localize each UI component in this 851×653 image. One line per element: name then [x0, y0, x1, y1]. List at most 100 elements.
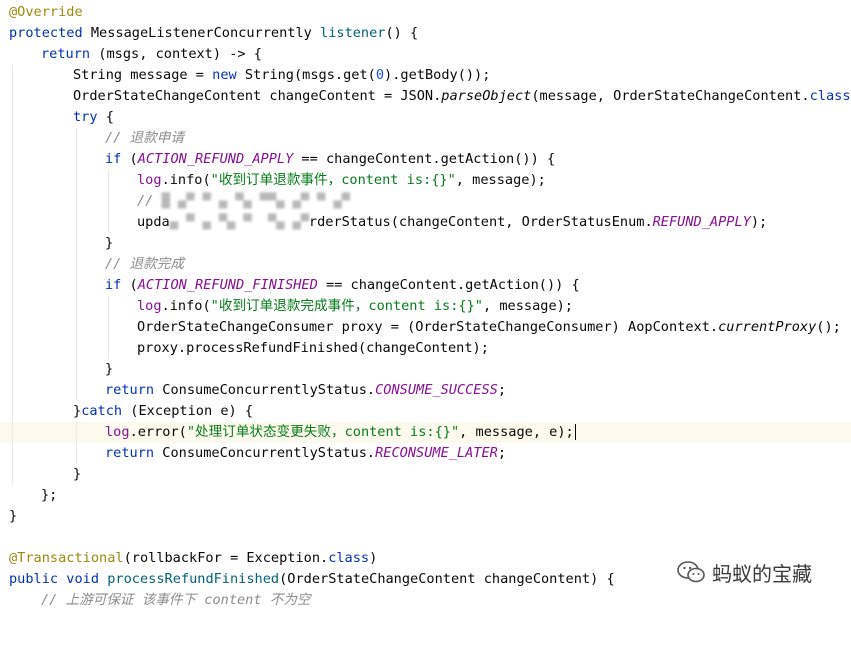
indent-guide	[108, 317, 109, 338]
indent-guide	[76, 380, 77, 401]
indent-guide	[12, 359, 13, 380]
line-content: log.error("处理订单状态变更失败，content is:{}", me…	[105, 422, 576, 443]
line-content: public void processRefundFinished(OrderS…	[9, 569, 615, 590]
comment-token: // 退款申请	[105, 130, 184, 146]
code-line[interactable]: }	[0, 464, 851, 485]
code-line[interactable]: return ConsumeConcurrentlyStatus.CONSUME…	[0, 380, 851, 401]
code-line[interactable]: log.info("收到订单退款完成事件，content is:{}", mes…	[0, 296, 851, 317]
code-line[interactable]: try {	[0, 107, 851, 128]
line-content: proxy.processRefundFinished(changeConten…	[137, 338, 489, 359]
code-line[interactable]: OrderStateChangeConsumer proxy = (OrderS…	[0, 317, 851, 338]
code-line[interactable]: // 上游可保证 该事件下 content 不为空	[0, 590, 851, 611]
code-token: (rollbackFor = Exception.	[124, 550, 329, 566]
indent-guide	[108, 296, 109, 317]
code-token: }	[105, 361, 113, 377]
text-caret	[575, 424, 576, 440]
indent-guide	[12, 191, 13, 212]
method-token: parseObject	[441, 88, 531, 104]
indent-guide	[12, 65, 13, 86]
indent-guide	[108, 170, 109, 191]
code-line[interactable]: OrderStateChangeContent changeContent = …	[0, 86, 851, 107]
line-content: try {	[73, 107, 114, 128]
indent-guide	[76, 443, 77, 464]
code-token: (	[121, 151, 137, 167]
code-line[interactable]: return (msgs, context) -> {	[0, 44, 851, 65]
redacted-text: █ ▄▀ ▀ ▄ ▀▄ ▀▀▄ ▄▀ ▀ ▄▀	[162, 193, 350, 209]
code-line[interactable]: }	[0, 506, 851, 527]
line-content: @Override	[9, 2, 83, 23]
code-line[interactable]: if (ACTION_REFUND_APPLY == changeContent…	[0, 149, 851, 170]
comment-token: //	[137, 193, 162, 209]
keyword-token: return	[105, 445, 154, 461]
current-code-line[interactable]: log.error("处理订单状态变更失败，content is:{}", me…	[0, 422, 851, 443]
code-token: () {	[386, 25, 419, 41]
code-line[interactable]: }	[0, 359, 851, 380]
indent-guide	[76, 317, 77, 338]
string-token: "收到订单退款事件，content is:{}"	[211, 172, 456, 188]
code-line[interactable]	[0, 527, 851, 548]
code-token: ).getBody());	[384, 67, 490, 83]
indent-guide	[12, 338, 13, 359]
keyword-token: return	[41, 46, 90, 62]
line-content: // 退款申请	[105, 128, 184, 149]
code-line[interactable]: // 退款完成	[0, 254, 851, 275]
indent-guide	[12, 296, 13, 317]
code-token: rderStatus(changeContent, OrderStatusEnu…	[309, 214, 653, 230]
code-line[interactable]: // 退款申请	[0, 128, 851, 149]
code-line[interactable]: }catch (Exception e) {	[0, 401, 851, 422]
redacted-text: ▄ ▀ ▄ ▀▄ ▀ ▀▄ ▄▀	[170, 214, 309, 230]
code-token: (OrderStateChangeContent changeContent) …	[279, 571, 615, 587]
constant-token: ACTION_REFUND_APPLY	[138, 151, 294, 167]
code-token: (msgs, context) -> {	[90, 46, 262, 62]
indent-guide	[76, 191, 77, 212]
code-line[interactable]: if (ACTION_REFUND_FINISHED == changeCont…	[0, 275, 851, 296]
keyword-token: class	[328, 550, 369, 566]
code-token: OrderStateChangeConsumer proxy = (OrderS…	[137, 319, 718, 335]
code-line[interactable]: // █ ▄▀ ▀ ▄ ▀▄ ▀▀▄ ▄▀ ▀ ▄▀	[0, 191, 851, 212]
line-content: if (ACTION_REFUND_FINISHED == changeCont…	[105, 275, 580, 296]
indent-guide	[76, 233, 77, 254]
code-token: String(msgs.get(	[237, 67, 376, 83]
comment-token: // 上游可保证 该事件下 content 不为空	[41, 592, 311, 608]
line-content: }	[73, 464, 81, 485]
code-token: }	[73, 466, 81, 482]
code-token: == changeContent.getAction()) {	[318, 277, 580, 293]
field-token: log	[137, 298, 162, 314]
line-content: // █ ▄▀ ▀ ▄ ▀▄ ▀▀▄ ▄▀ ▀ ▄▀	[137, 191, 350, 212]
code-token: };	[41, 487, 57, 503]
code-line[interactable]: };	[0, 485, 851, 506]
code-line[interactable]: return ConsumeConcurrentlyStatus.RECONSU…	[0, 443, 851, 464]
code-line[interactable]: String message = new String(msgs.get(0).…	[0, 65, 851, 86]
field-token: log	[137, 172, 162, 188]
code-line[interactable]: upda▄ ▀ ▄ ▀▄ ▀ ▀▄ ▄▀rderStatus(changeCon…	[0, 212, 851, 233]
method-token: currentProxy	[718, 319, 816, 335]
code-token: ;	[498, 445, 506, 461]
indent-guide	[12, 86, 13, 107]
line-content: // 上游可保证 该事件下 content 不为空	[41, 590, 311, 611]
code-line[interactable]: log.info("收到订单退款事件，content is:{}", messa…	[0, 170, 851, 191]
code-token: , message);	[483, 298, 573, 314]
code-editor[interactable]: @Override protected MessageListenerConcu…	[0, 0, 851, 609]
keyword-token: return	[105, 382, 154, 398]
code-line[interactable]: protected MessageListenerConcurrently li…	[0, 23, 851, 44]
line-content: OrderStateChangeContent changeContent = …	[73, 86, 851, 107]
keyword-token: protected	[9, 25, 83, 41]
line-content: log.info("收到订单退款事件，content is:{}", messa…	[137, 170, 546, 191]
line-content: if (ACTION_REFUND_APPLY == changeContent…	[105, 149, 555, 170]
code-line[interactable]: @Override	[0, 2, 851, 23]
keyword-token: try	[73, 109, 98, 125]
code-token: OrderStateChangeContent changeContent = …	[73, 88, 441, 104]
indent-guide	[76, 212, 77, 233]
indent-guide	[12, 275, 13, 296]
method-token: processRefundFinished	[107, 571, 279, 587]
indent-guide	[12, 443, 13, 464]
line-content: String message = new String(msgs.get(0).…	[73, 65, 490, 86]
string-token: "处理订单状态变更失败，content is:{}"	[187, 424, 459, 440]
code-line[interactable]: proxy.processRefundFinished(changeConten…	[0, 338, 851, 359]
line-content: return (msgs, context) -> {	[41, 44, 262, 65]
line-content: OrderStateChangeConsumer proxy = (OrderS…	[137, 317, 841, 338]
code-token	[99, 571, 107, 587]
code-line[interactable]: }	[0, 233, 851, 254]
indent-guide	[76, 296, 77, 317]
line-content: return ConsumeConcurrentlyStatus.CONSUME…	[105, 380, 506, 401]
